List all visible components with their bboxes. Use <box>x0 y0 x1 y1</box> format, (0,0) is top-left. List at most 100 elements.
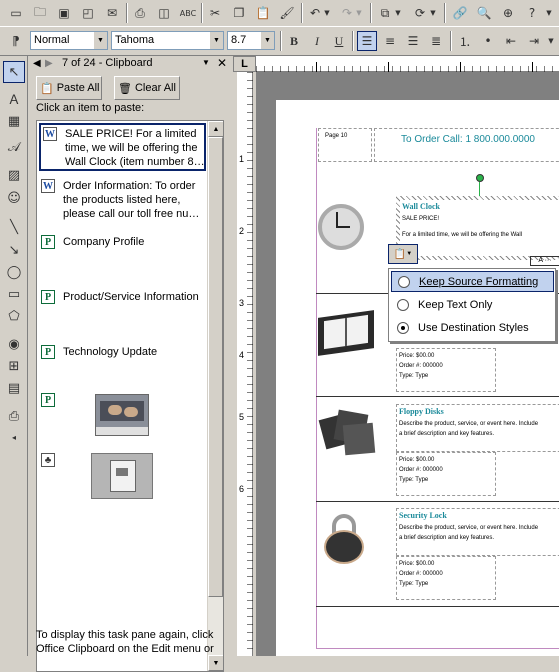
clipboard-item[interactable]: P Company Profile <box>39 233 206 255</box>
underline-button[interactable]: U <box>329 31 349 51</box>
ruler-corner-label: L <box>241 58 248 70</box>
form-control-icon[interactable]: ⊞ <box>3 355 25 377</box>
price-box[interactable]: Price: $00.00 Order #: 000000 Type: Type <box>396 556 496 600</box>
increase-indent-icon[interactable]: ⇥ <box>524 31 544 51</box>
hot-spot-icon[interactable]: ◉ <box>3 333 25 355</box>
clipboard-item[interactable]: W Order Information: To order the produc… <box>39 177 206 225</box>
product-order: Order #: 000000 <box>399 467 443 473</box>
oval-icon[interactable]: ◯ <box>3 261 25 283</box>
decrease-indent-icon[interactable]: ⇤ <box>501 31 521 51</box>
bullets-icon[interactable]: • <box>478 31 498 51</box>
rotate-icon[interactable]: ⟳ <box>410 3 430 23</box>
help-icon[interactable]: ? <box>522 3 542 23</box>
paste-all-button[interactable]: 📋 Paste All <box>36 76 102 100</box>
email-icon[interactable]: ✉ <box>102 3 122 23</box>
document-canvas[interactable]: Page 10 To Order Call: 1 800.000.0000 Wa… <box>256 72 559 656</box>
chevron-down-icon[interactable]: ▼ <box>209 32 223 49</box>
save-icon[interactable]: ▣ <box>54 3 74 23</box>
rotate-dropdown-icon[interactable]: ▼ <box>428 3 438 23</box>
clipboard-item[interactable]: P <box>39 391 206 441</box>
format-painter-icon[interactable]: 🖌 <box>277 3 297 23</box>
html-fragment-icon[interactable]: ▤ <box>3 377 25 399</box>
description-box[interactable]: Floppy Disks Describe the product, servi… <box>396 404 559 452</box>
italic-button[interactable]: I <box>307 31 327 51</box>
keep-text-only-option[interactable]: Keep Text Only <box>391 294 554 315</box>
open-icon[interactable]: 🗀 <box>30 3 50 23</box>
copy-icon[interactable]: ❐ <box>229 3 249 23</box>
clipboard-list-scrollbar[interactable]: ▲ ▼ <box>207 121 223 671</box>
more-tools-icon[interactable]: ◂ <box>3 426 25 448</box>
align-center-icon[interactable]: ≡ <box>380 31 400 51</box>
clipboard-item[interactable]: W SALE PRICE! For a limited time, we wil… <box>39 123 206 171</box>
undo-dropdown-icon[interactable]: ▼ <box>322 3 332 23</box>
new-icon[interactable]: ▭ <box>6 3 26 23</box>
toolbar-options-icon[interactable]: ▼ <box>544 31 558 51</box>
use-destination-styles-option[interactable]: Use Destination Styles <box>391 317 554 338</box>
design-gallery-icon[interactable]: ⎙ <box>3 405 25 427</box>
numbering-icon[interactable]: ⒈ <box>455 31 475 51</box>
font-size-combo[interactable]: 8.7 ▼ <box>227 31 275 50</box>
arrange-dropdown-icon[interactable]: ▼ <box>393 3 403 23</box>
vertical-ruler[interactable]: 1 2 3 4 5 6 <box>233 72 255 656</box>
styles-and-formatting-icon[interactable]: ⁋ <box>6 31 26 51</box>
align-right-icon[interactable]: ☰ <box>403 31 423 51</box>
task-pane-menu-icon[interactable]: ▼ <box>202 58 210 67</box>
description-box[interactable]: Security Lock Describe the product, serv… <box>396 508 559 556</box>
bring-to-front-icon[interactable]: ⧉ <box>375 3 395 23</box>
print-preview-icon[interactable]: ◫ <box>154 3 174 23</box>
zoom-icon[interactable]: 🔍 <box>474 3 494 23</box>
rectangle-icon[interactable]: ▭ <box>3 283 25 305</box>
align-left-icon[interactable]: ☰ <box>357 31 377 51</box>
zoom-in-icon[interactable]: ⊕ <box>498 3 518 23</box>
spelling-icon[interactable]: ABC <box>178 3 198 23</box>
redo-dropdown-icon[interactable]: ▼ <box>354 3 364 23</box>
paste-options-button[interactable]: 📋 ▼ <box>388 244 418 264</box>
rotate-handle-icon[interactable] <box>476 174 484 182</box>
save-as-web-icon[interactable]: ◰ <box>78 3 98 23</box>
day-planner-image[interactable] <box>318 310 374 356</box>
insert-table-icon[interactable]: ▦ <box>3 110 25 132</box>
print-icon[interactable]: ⎙ <box>130 3 150 23</box>
close-icon[interactable]: ✕ <box>217 56 227 70</box>
line-icon[interactable]: ╲ <box>3 216 25 238</box>
font-combo[interactable]: Tahoma ▼ <box>111 31 224 50</box>
floppy-disks-image[interactable] <box>318 408 378 456</box>
price-box[interactable]: Price: $00.00 Order #: 000000 Type: Type <box>396 452 496 496</box>
clipboard-item[interactable]: P Technology Update <box>39 343 206 365</box>
cut-icon[interactable]: ✂ <box>205 3 225 23</box>
chevron-down-icon[interactable]: ▼ <box>260 32 274 49</box>
autoshapes-icon[interactable]: ⬠ <box>3 305 25 327</box>
scrollbar-thumb[interactable] <box>208 137 223 597</box>
price-box[interactable]: Price: $00.00 Order #: 000000 Type: Type <box>396 348 496 392</box>
forward-arrow-icon[interactable]: ▶ <box>45 58 53 69</box>
clear-all-button[interactable]: 🗑 Clear All <box>114 76 180 100</box>
picture-frame-icon[interactable]: ▨ <box>3 164 25 186</box>
arrow-icon[interactable]: ↘ <box>3 239 25 261</box>
clip-art-icon[interactable]: ☺ <box>3 187 25 209</box>
clipboard-item[interactable]: ♣ <box>39 451 206 501</box>
horizontal-ruler[interactable] <box>256 56 559 72</box>
publication-page[interactable]: Page 10 To Order Call: 1 800.000.0000 Wa… <box>276 100 559 656</box>
wall-clock-image[interactable] <box>318 204 364 250</box>
justify-icon[interactable]: ≣ <box>426 31 446 51</box>
style-combo[interactable]: Normal ▼ <box>30 31 108 50</box>
security-lock-image[interactable] <box>324 514 366 564</box>
paste-icon[interactable]: 📋 <box>253 3 273 23</box>
text-overflow-indicator[interactable]: A ··· <box>530 256 559 266</box>
select-objects-icon[interactable]: ↖ <box>3 61 25 83</box>
scroll-up-icon[interactable]: ▲ <box>208 121 223 137</box>
scroll-down-icon[interactable]: ▼ <box>208 655 223 671</box>
selected-text-box[interactable]: Wall Clock SALE PRICE! For a limited tim… <box>396 196 559 260</box>
back-arrow-icon[interactable]: ◀ <box>33 58 41 69</box>
hyperlink-icon[interactable]: 🔗 <box>450 3 470 23</box>
page-number-box[interactable]: Page 10 <box>318 128 372 162</box>
clipboard-item[interactable]: P Product/Service Information <box>39 288 206 310</box>
chevron-down-icon[interactable]: ▼ <box>93 32 107 49</box>
order-call-box[interactable]: To Order Call: 1 800.000.0000 <box>374 128 559 162</box>
keep-source-formatting-option[interactable]: Keep Source Formatting <box>391 271 554 292</box>
wordart-icon[interactable]: 𝒜 <box>3 136 25 158</box>
toolbar-options-icon[interactable]: ▼ <box>542 3 556 23</box>
text-box-icon[interactable]: Ａ <box>3 87 25 109</box>
bold-button[interactable]: B <box>284 31 304 51</box>
ruler-corner[interactable]: L <box>233 56 256 72</box>
